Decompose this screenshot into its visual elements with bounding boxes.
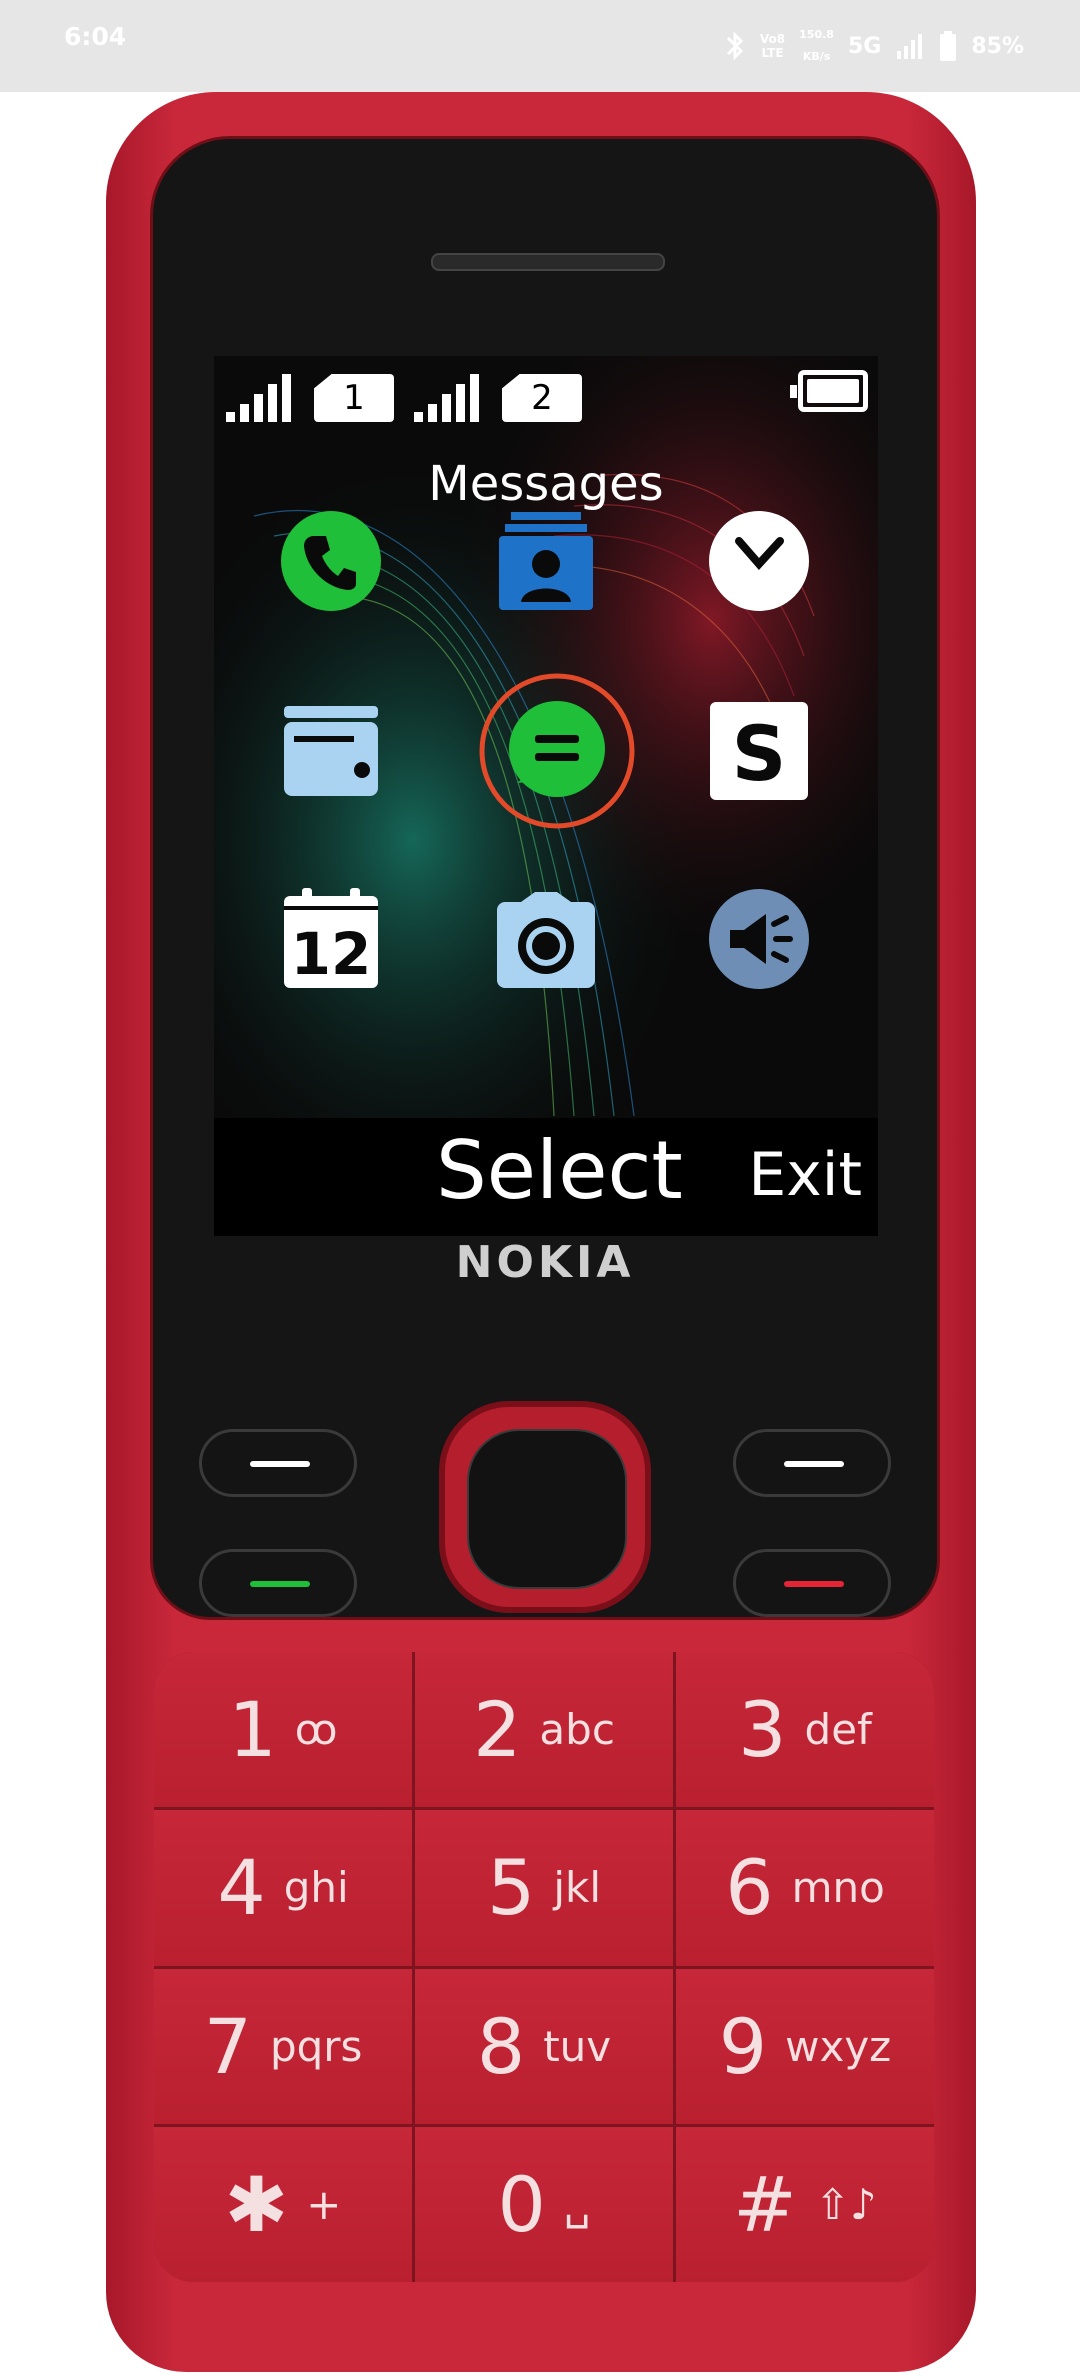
clock-icon[interactable] (704, 506, 814, 616)
key-number: 8 (476, 2001, 526, 2091)
call-button[interactable] (199, 1549, 357, 1617)
key-letters: ␣ (563, 2179, 591, 2229)
key-letters: wxyz (785, 2021, 892, 2071)
speed-value: 150.8 (799, 28, 834, 41)
key-number: 4 (217, 1843, 266, 1933)
key-letters: + (306, 2179, 342, 2229)
end-call-button[interactable] (733, 1549, 891, 1617)
key-number: 1 (228, 1685, 277, 1775)
radio-icon[interactable] (704, 884, 814, 994)
sim2-indicator: 2 (412, 374, 582, 422)
key-number: ✱ (224, 2159, 289, 2249)
softkey-exit[interactable]: Exit (748, 1140, 862, 1210)
key-5[interactable]: 5 jkl (415, 1810, 673, 1966)
left-softkey-button[interactable] (199, 1429, 357, 1497)
status-icons: Vo8 LTE 150.8 KB/s 5G 85% (724, 18, 1024, 74)
wallet-icon[interactable] (276, 696, 386, 806)
brand-logo: NOKIA (455, 1237, 635, 1288)
earpiece-speaker (431, 253, 665, 271)
key-letters: abc (539, 1705, 615, 1755)
status-bar: 6:04 Vo8 LTE 150.8 KB/s 5G 85% (0, 0, 1080, 92)
key-letters: ghi (283, 1863, 349, 1913)
skype-icon[interactable]: S (704, 696, 814, 806)
key-star[interactable]: ✱ + (154, 2126, 412, 2282)
key-number: 6 (725, 1843, 774, 1933)
signal-bars-sim1-icon (226, 374, 291, 422)
menu-title: Messages (428, 456, 664, 512)
key-8[interactable]: 8 tuv (415, 1968, 673, 2124)
signal-icon (897, 34, 923, 59)
key-number: 9 (718, 2001, 768, 2091)
right-softkey-button[interactable] (733, 1429, 891, 1497)
sim1-indicator: 1 (224, 374, 394, 422)
key-hash[interactable]: # ⇧♪ (676, 2126, 934, 2282)
battery-percent: 85% (971, 33, 1024, 59)
softkey-bar: Select Exit (214, 1118, 878, 1236)
key-letters: tuv (543, 2021, 612, 2071)
network-type: 5G (847, 33, 882, 59)
calendar-icon[interactable]: 12 (276, 884, 386, 994)
svg-text:S: S (732, 709, 787, 798)
key-3[interactable]: 3 def (676, 1652, 934, 1808)
status-time: 6:04 (64, 22, 127, 51)
phone-battery-icon (790, 370, 868, 412)
volte-indicator: Vo8 LTE (760, 32, 785, 60)
phone-image: 1 2 Messages S 12 Select Exit NOKIA 1 ꝏ … (106, 92, 976, 2372)
speed-unit: KB/s (802, 50, 831, 63)
key-number: 7 (203, 2001, 252, 2091)
key-letters: ꝏ (294, 1705, 338, 1755)
phone-screen: 1 2 Messages S 12 Select Exit (214, 356, 878, 1236)
key-1[interactable]: 1ꝏ (154, 1652, 412, 1808)
key-number: 3 (738, 1685, 787, 1775)
phone-icon[interactable] (276, 506, 386, 616)
key-number: 0 (497, 2159, 546, 2249)
key-4[interactable]: 4 ghi (154, 1810, 412, 1966)
messages-icon[interactable] (477, 671, 637, 831)
key-letters: mno (791, 1863, 885, 1913)
network-speed: 150.8 KB/s (799, 24, 834, 68)
key-0[interactable]: 0 ␣ (415, 2126, 673, 2282)
key-2[interactable]: 2 abc (415, 1652, 673, 1808)
key-number: 5 (486, 1843, 536, 1933)
key-number: # (733, 2159, 797, 2249)
lte-label: LTE (761, 46, 784, 60)
phone-face: 1 2 Messages S 12 Select Exit NOKIA (150, 136, 940, 1620)
camera-icon[interactable] (491, 884, 601, 994)
keypad: 1ꝏ 2 abc 3 def 4 ghi 5 jkl 6 mno 7 pqrs 8 tuv 9… (154, 1652, 934, 2282)
sim2-badge: 2 (502, 374, 582, 422)
key-letters: ⇧♪ (814, 2179, 877, 2229)
center-select-key[interactable] (467, 1429, 627, 1589)
sim1-badge: 1 (314, 374, 394, 422)
key-9[interactable]: 9 wxyz (676, 1968, 934, 2124)
key-letters: def (804, 1705, 872, 1755)
key-6[interactable]: 6 mno (676, 1810, 934, 1966)
key-letters: jkl (553, 1863, 602, 1913)
volte-label: Vo8 (759, 32, 786, 46)
calendar-day-text: 12 (291, 920, 372, 988)
key-number: 2 (473, 1685, 522, 1775)
key-letters: pqrs (269, 2021, 363, 2071)
softkey-select[interactable]: Select (436, 1124, 683, 1217)
key-7[interactable]: 7 pqrs (154, 1968, 412, 2124)
bluetooth-icon (726, 31, 744, 61)
signal-bars-sim2-icon (414, 374, 479, 422)
battery-icon (940, 31, 957, 61)
contacts-icon[interactable] (491, 506, 601, 616)
navigation-dpad[interactable] (439, 1401, 651, 1613)
